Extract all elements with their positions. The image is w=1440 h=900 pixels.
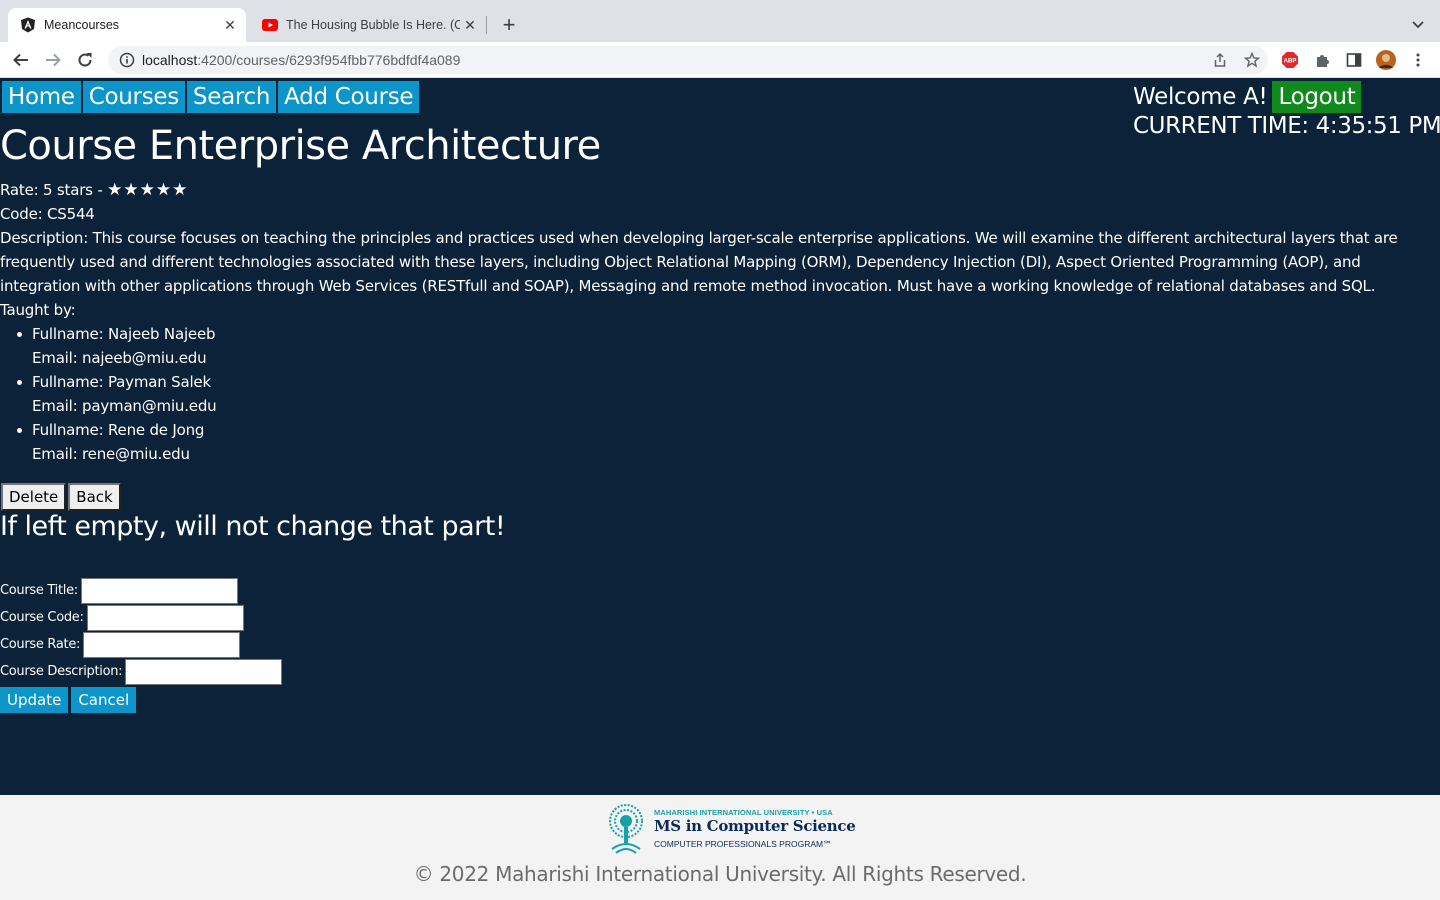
form-row-code: Course Code: (0, 604, 282, 631)
svg-text:ABP: ABP (1284, 59, 1297, 65)
university-logo: MAHARISHI INTERNATIONAL UNIVERSITY • USA… (602, 803, 856, 855)
nav-courses-link[interactable]: Courses (82, 81, 185, 113)
form-row-description: Course Description: (0, 658, 283, 685)
teacher-fullname: Fullname: Najeeb Najeeb (32, 325, 216, 343)
course-title: Course Enterprise Architecture (0, 123, 601, 169)
logo-program-subtitle: COMPUTER PROFESSIONALS PROGRAM℠ (654, 839, 832, 849)
back-arrow-icon[interactable] (11, 50, 31, 70)
course-actions: Delete Back (1, 483, 121, 511)
chevron-down-icon[interactable] (1410, 16, 1426, 32)
nav-add-course-link[interactable]: Add Course (278, 81, 420, 113)
logo-university-name: MAHARISHI INTERNATIONAL UNIVERSITY • USA (654, 808, 833, 817)
list-item: Fullname: Najeeb Najeeb Email: najeeb@mi… (17, 322, 1440, 370)
teacher-email: Email: payman@miu.edu (32, 397, 217, 415)
bookmark-star-icon[interactable] (1243, 51, 1261, 73)
course-details: Rate: 5 stars - ★★★★★ Code: CS544 Descri… (0, 178, 1440, 466)
nav-home-link[interactable]: Home (2, 81, 81, 113)
rate-label: Rate: 5 stars - (0, 181, 103, 199)
nav-search-link[interactable]: Search (186, 81, 277, 113)
form-row-rate: Course Rate: (0, 631, 282, 658)
current-time: CURRENT TIME: 4:35:51 PM (1133, 113, 1440, 139)
course-code: Code: CS544 (0, 205, 95, 223)
url-text: localhost:4200/courses/6293f954fbb776bdf… (142, 52, 460, 68)
course-code-input[interactable] (86, 604, 244, 631)
tab-youtube[interactable]: The Housing Bubble Is Here. (C ✕ (250, 8, 486, 42)
forward-arrow-icon[interactable] (43, 50, 63, 70)
close-tab-icon[interactable]: ✕ (460, 15, 480, 35)
course-rate-input[interactable] (83, 631, 241, 658)
delete-button[interactable]: Delete (1, 483, 67, 511)
course-code-label: Course Code: (0, 610, 84, 625)
update-course-form: Course Title: Course Code: Course Rate: … (0, 577, 283, 713)
tree-logo-icon (609, 804, 643, 854)
browser-tab-strip: Meancourses ✕ The Housing Bubble Is Here… (0, 0, 1440, 42)
user-area: Welcome A! Logout (1133, 81, 1362, 113)
star-rating-icon: ★★★★★ (107, 180, 189, 200)
teacher-email: Email: rene@miu.edu (32, 445, 190, 463)
rate-line: Rate: 5 stars - ★★★★★ (0, 178, 1440, 202)
more-menu-icon[interactable] (1408, 50, 1428, 70)
course-description: Description: This course focuses on teac… (0, 229, 1398, 295)
logo-program-title: MS in Computer Science (654, 817, 856, 835)
form-actions: Update Cancel (0, 687, 282, 713)
info-icon[interactable] (119, 52, 135, 68)
main-nav: Home Courses Search Add Course (2, 81, 420, 113)
list-item: Fullname: Rene de Jong Email: rene@miu.e… (17, 418, 1440, 466)
update-button[interactable]: Update (0, 687, 69, 713)
course-rate-label: Course Rate: (0, 637, 81, 652)
side-panel-icon[interactable] (1344, 50, 1364, 70)
share-icon[interactable] (1212, 52, 1228, 73)
reload-icon[interactable] (75, 50, 95, 70)
site-footer: MAHARISHI INTERNATIONAL UNIVERSITY • USA… (0, 795, 1440, 900)
teacher-fullname: Fullname: Payman Salek (32, 373, 211, 391)
list-item: Fullname: Payman Salek Email: payman@miu… (17, 370, 1440, 418)
browser-toolbar: localhost:4200/courses/6293f954fbb776bdf… (0, 42, 1440, 78)
form-row-title: Course Title: (0, 577, 282, 604)
url-host: localhost (142, 52, 198, 68)
cancel-button[interactable]: Cancel (71, 687, 137, 713)
copyright-text: © 2022 Maharishi International Universit… (413, 862, 1027, 886)
angular-icon (20, 17, 36, 33)
back-button[interactable]: Back (68, 483, 121, 511)
url-path: :4200/courses/6293f954fbb776bdfdf4a089 (197, 52, 461, 68)
teacher-fullname: Fullname: Rene de Jong (32, 421, 205, 439)
profile-avatar[interactable] (1376, 50, 1396, 70)
taught-by-label: Taught by: (0, 301, 76, 319)
welcome-text: Welcome A! (1133, 84, 1268, 110)
logout-button[interactable]: Logout (1272, 81, 1362, 113)
address-bar[interactable]: localhost:4200/courses/6293f954fbb776bdf… (108, 46, 1268, 74)
teacher-email: Email: najeeb@miu.edu (32, 349, 207, 367)
tab-meancourses[interactable]: Meancourses ✕ (8, 8, 246, 42)
new-tab-icon[interactable]: + (498, 14, 520, 36)
course-title-input[interactable] (80, 577, 238, 604)
tab-title: The Housing Bubble Is Here. (C (286, 18, 460, 32)
course-description-input[interactable] (125, 658, 283, 685)
omnibox-actions (1212, 51, 1261, 73)
adblock-icon[interactable]: ABP (1280, 50, 1300, 70)
tab-divider (486, 16, 487, 34)
extensions-puzzle-icon[interactable] (1312, 50, 1332, 70)
app-page: Home Courses Search Add Course Welcome A… (0, 79, 1440, 795)
course-description-label: Course Description: (0, 664, 123, 679)
youtube-icon (262, 17, 278, 33)
form-note: If left empty, will not change that part… (0, 511, 506, 542)
course-title-label: Course Title: (0, 583, 78, 598)
close-tab-icon[interactable]: ✕ (220, 15, 240, 35)
teacher-list: Fullname: Najeeb Najeeb Email: najeeb@mi… (17, 322, 1440, 466)
tab-title: Meancourses (44, 18, 120, 32)
